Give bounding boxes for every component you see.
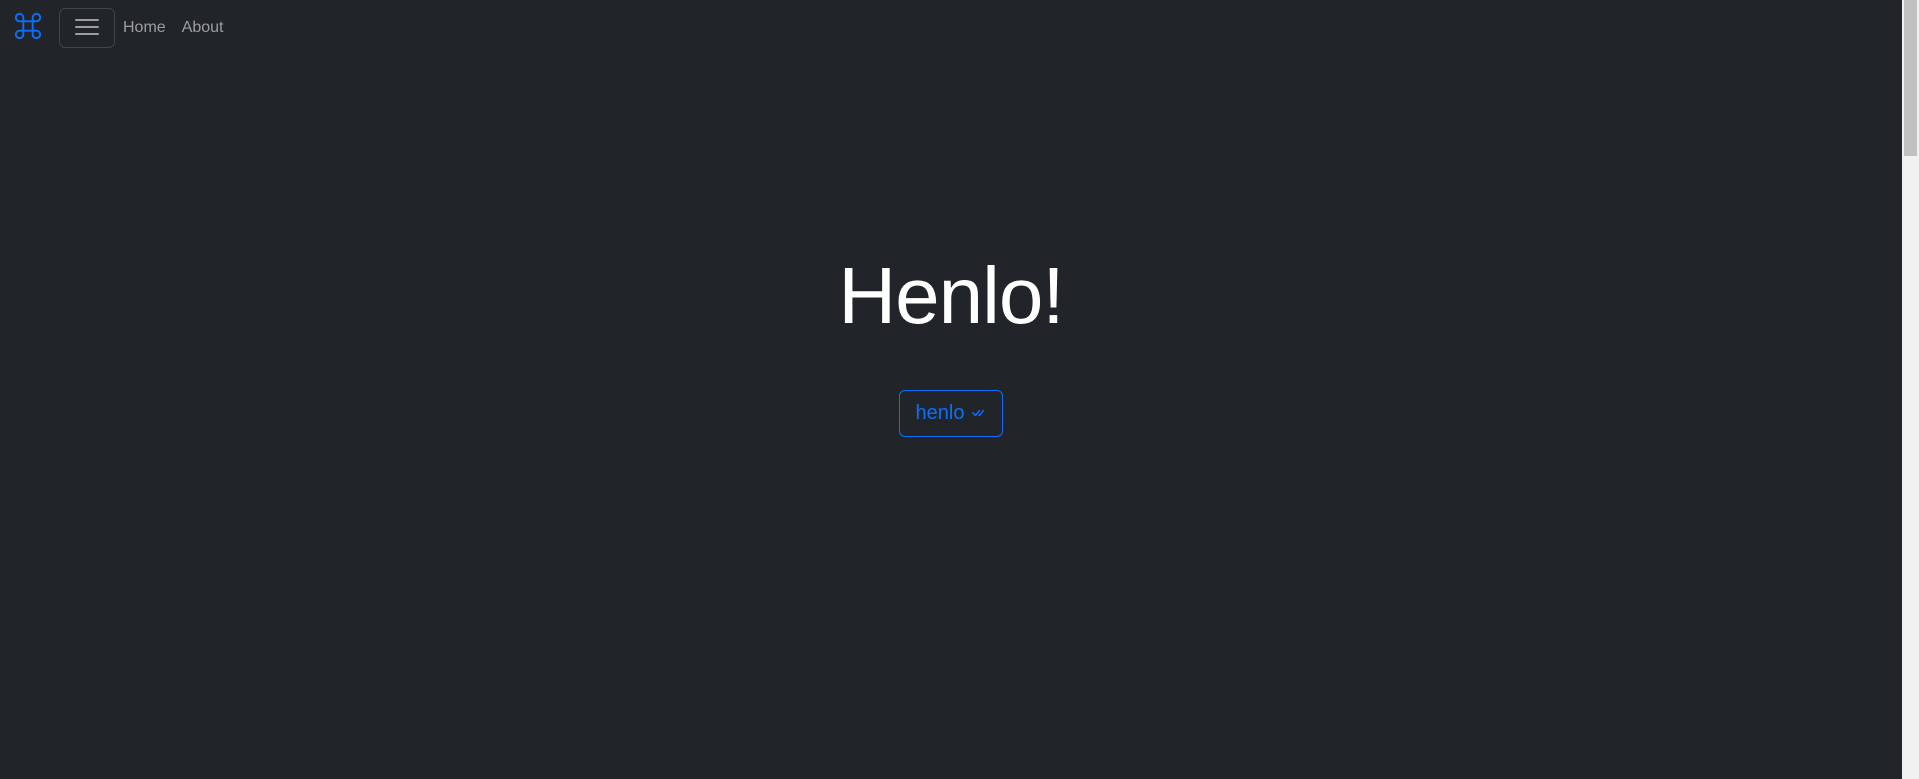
henlo-button[interactable]: henlo [898,390,1004,437]
nav-link-home[interactable]: Home [123,0,174,56]
brand-logo[interactable] [12,12,44,44]
vertical-scrollbar[interactable] [1902,0,1919,779]
page: Home About Henlo! henlo [0,0,1919,779]
hamburger-menu-icon [74,16,100,41]
navbar-toggler-button[interactable] [59,8,115,48]
nav-link-about[interactable]: About [174,0,232,56]
scrollbar-thumb[interactable] [1904,0,1917,156]
hero-title: Henlo! [838,251,1064,340]
navbar: Home About [0,0,1902,56]
hero-section: Henlo! henlo [0,248,1902,437]
command-icon [13,11,43,45]
check-all-icon [970,401,986,427]
henlo-button-label: henlo [915,402,965,424]
